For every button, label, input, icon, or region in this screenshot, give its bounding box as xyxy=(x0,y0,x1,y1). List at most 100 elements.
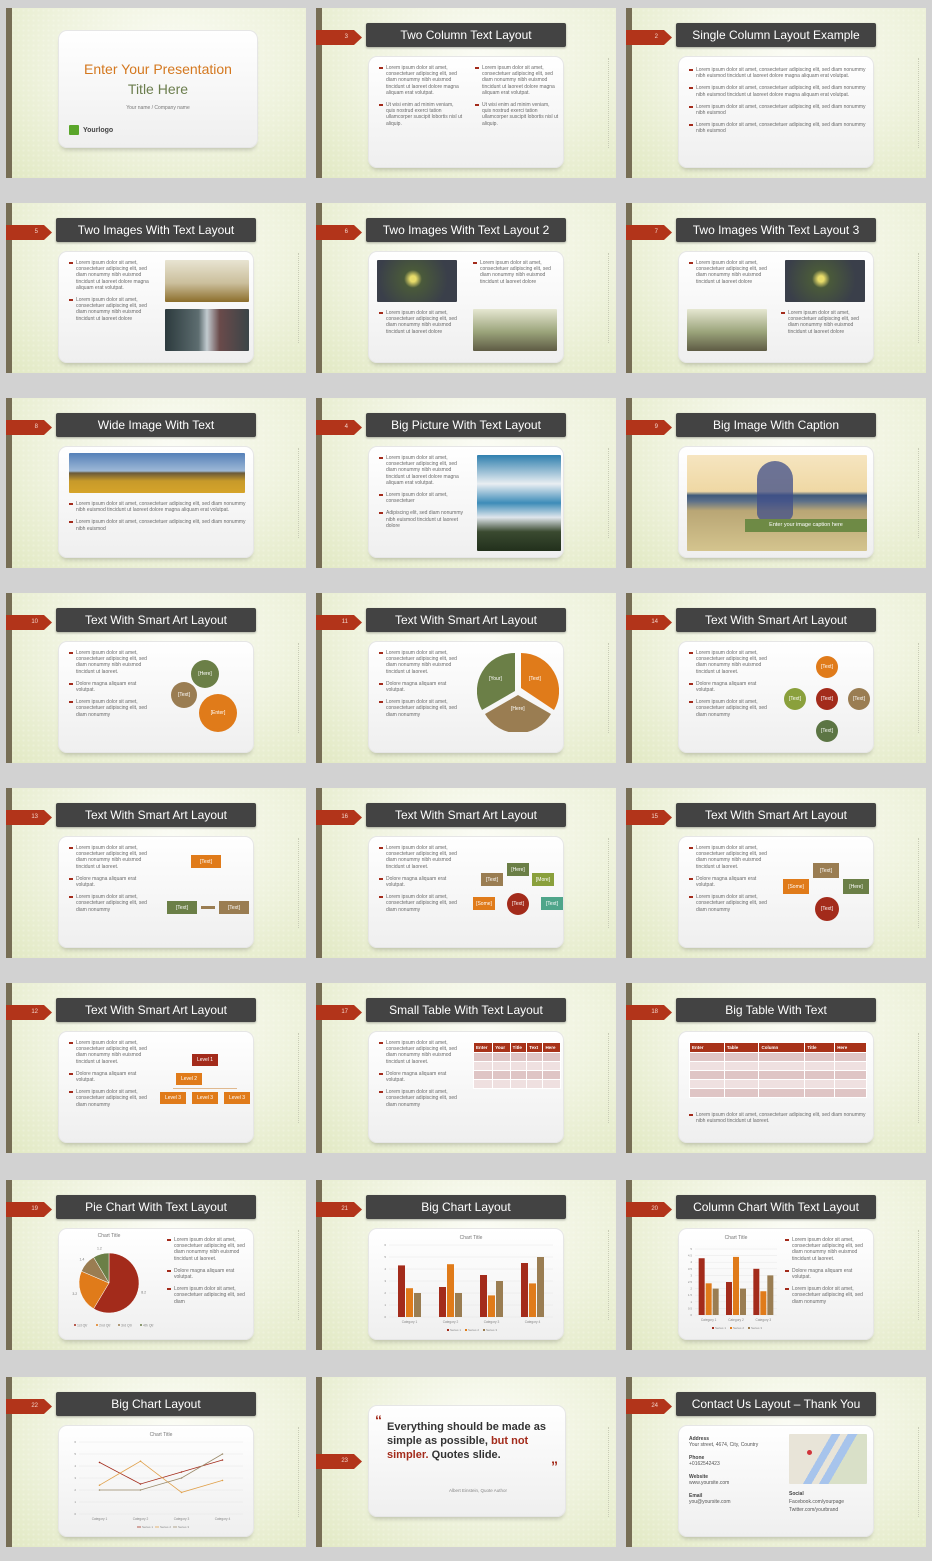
bar xyxy=(496,1281,503,1317)
bar xyxy=(521,1263,528,1317)
y-tick-label: 2.5 xyxy=(688,1280,693,1284)
slide-8-wide-image[interactable]: 8 Wide Image With Text Lorem ipsum dolor… xyxy=(6,398,306,568)
slide-6-two-images-2[interactable]: 6 Two Images With Text Layout 2 Lorem ip… xyxy=(316,203,616,373)
bar xyxy=(705,1283,712,1315)
slide-14-radial[interactable]: 14 Text With Smart Art Layout Lorem ipsu… xyxy=(626,593,926,763)
slide-20-column-chart[interactable]: 20 Column Chart With Text Layout Chart T… xyxy=(626,1180,926,1350)
y-tick-label: 2 xyxy=(74,1488,76,1492)
bullet: Lorem ipsum dolor sit amet, consectetuer… xyxy=(783,1237,871,1262)
slide-2-single-column[interactable]: 2 Single Column Layout Example Lorem ips… xyxy=(626,8,926,178)
bullet-list: Lorem ipsum dolor sit amet, consectetuer… xyxy=(67,1040,155,1114)
copyright-strip xyxy=(918,1230,922,1320)
table-header: Enter xyxy=(689,1042,725,1053)
slide-number: 12 xyxy=(6,1005,52,1020)
copyright-strip xyxy=(918,643,922,733)
box-label: [More] xyxy=(535,877,551,883)
chart-title: Chart Title xyxy=(97,1233,121,1239)
email-link[interactable]: you@yoursite.com xyxy=(689,1499,758,1505)
side-bar xyxy=(6,8,12,178)
box-label: [Text] xyxy=(200,859,212,865)
slide-24-contact[interactable]: 24 Contact Us Layout – Thank You Address… xyxy=(626,1377,926,1547)
box-text-right: [Text] xyxy=(541,897,563,910)
slide-19-pie-chart[interactable]: 19 Pie Chart With Text Layout Chart Titl… xyxy=(6,1180,306,1350)
x-tick-label: Category 1 xyxy=(402,1320,418,1324)
website-link[interactable]: www.yoursite.com xyxy=(689,1480,758,1486)
slide-4-big-picture[interactable]: 4 Big Picture With Text Layout Lorem ips… xyxy=(316,398,616,568)
data-point xyxy=(139,1483,142,1485)
facebook-link[interactable]: Facebook.com/yourpage xyxy=(789,1498,844,1506)
y-tick-label: 5 xyxy=(690,1247,692,1251)
slide-9-big-image-caption[interactable]: 9 Big Image With Caption Enter your imag… xyxy=(626,398,926,568)
slide-title: Wide Image With Text xyxy=(56,413,256,437)
bullet-list-right: Lorem ipsum dolor sit amet, consectetuer… xyxy=(473,65,559,133)
content-card: Address Your street, 4674, City, Country… xyxy=(678,1425,874,1537)
slide-23-quote[interactable]: 23 “ Everything should be made as simple… xyxy=(316,1377,616,1547)
bar xyxy=(712,1288,719,1315)
y-tick-label: 4 xyxy=(690,1260,692,1264)
social-details: Social Facebook.com/yourpage Twitter.com… xyxy=(789,1490,844,1514)
bar xyxy=(406,1288,413,1317)
slide-number: 15 xyxy=(626,810,672,825)
x-tick-label: Category 2 xyxy=(443,1320,459,1324)
cycle-label: [Text] xyxy=(529,676,541,682)
content-card: Lorem ipsum dolor sit amet, consectetuer… xyxy=(368,1031,564,1143)
copyright-strip xyxy=(918,1427,922,1517)
bullet-list: Lorem ipsum dolor sit amet, consectetuer… xyxy=(687,650,775,724)
slide-title: Small Table With Text Layout xyxy=(366,998,566,1022)
copyright-strip xyxy=(298,448,302,538)
bullet-list: Lorem ipsum dolor sit amet, consectetuer… xyxy=(67,260,159,328)
bullet: Dolore magna aliquam erat volutpat. xyxy=(687,681,775,693)
y-tick-label: 2 xyxy=(690,1287,692,1291)
slide-11-cycle[interactable]: 11 Text With Smart Art Layout Lorem ipsu… xyxy=(316,593,616,763)
bullet: Lorem ipsum dolor sit amet, consectetuer… xyxy=(67,845,155,870)
slide-7-two-images-3[interactable]: 7 Two Images With Text Layout 3 Lorem ip… xyxy=(626,203,926,373)
copyright-strip xyxy=(608,1427,612,1517)
map-image[interactable] xyxy=(789,1434,867,1484)
table-row xyxy=(689,1079,867,1089)
triangle-box-left: [Text] xyxy=(167,901,197,914)
slide-title: Big Table With Text xyxy=(676,998,876,1022)
slide-10-gears[interactable]: 10 Text With Smart Art Layout Lorem ipsu… xyxy=(6,593,306,763)
slide-17-small-table[interactable]: 17 Small Table With Text Layout Lorem ip… xyxy=(316,983,616,1153)
slide-title: Single Column Layout Example xyxy=(676,23,876,47)
twitter-link[interactable]: Twitter.com/yourbrand xyxy=(789,1506,844,1514)
content-card: Chart Title 0 1 2 3 4 5 6 Category 1 Category 2 Ca… xyxy=(58,1425,254,1537)
copyright-strip xyxy=(608,1230,612,1320)
woman-field-photo xyxy=(687,455,867,551)
slide-22-line-chart[interactable]: 22 Big Chart Layout Chart Title 0 1 2 3 4 5 6 Ca… xyxy=(6,1377,306,1547)
legend-label: Series 3 xyxy=(751,1326,762,1330)
bullet: Lorem ipsum dolor sit amet, consectetuer… xyxy=(377,65,463,96)
slide-thumbnail-grid: Enter Your Presentation Title Here Your … xyxy=(0,0,932,1561)
bar xyxy=(767,1275,774,1315)
node-label: [Text] xyxy=(853,696,865,702)
x-tick-label: Category 1 xyxy=(92,1517,108,1521)
slide-1-title[interactable]: Enter Your Presentation Title Here Your … xyxy=(6,8,306,178)
bullet: Lorem ipsum dolor sit amet, consectetuer… xyxy=(377,1089,465,1108)
bullet: Lorem ipsum dolor sit amet, consectetuer… xyxy=(67,1089,155,1108)
slide-15-converge-3[interactable]: 15 Text With Smart Art Layout Lorem ipsu… xyxy=(626,788,926,958)
title-line-1: Enter Your Presentation xyxy=(84,61,232,77)
level-label: Level 1 xyxy=(196,1057,214,1063)
pie-data-label: 1.4 xyxy=(79,1257,84,1261)
slide-12-hierarchy[interactable]: 12 Text With Smart Art Layout Lorem ipsu… xyxy=(6,983,306,1153)
big-table: Enter Table Column Title Here xyxy=(689,1042,867,1098)
slide-3-two-column[interactable]: 3 Two Column Text Layout Lorem ipsum dol… xyxy=(316,8,616,178)
bullet-list-top: Lorem ipsum dolor sit amet, consectetuer… xyxy=(471,260,559,291)
legend-marker xyxy=(712,1327,714,1329)
bullet: Dolore magna aliquam erat volutpat. xyxy=(377,681,465,693)
copyright-strip xyxy=(918,253,922,343)
data-point xyxy=(221,1479,224,1482)
slide-18-big-table[interactable]: 18 Big Table With Text Enter Table Column T… xyxy=(626,983,926,1153)
node-label: [Text] xyxy=(821,664,833,670)
slide-16-converge[interactable]: 16 Text With Smart Art Layout Lorem ipsu… xyxy=(316,788,616,958)
slide-21-big-bar-chart[interactable]: 21 Big Chart Layout Chart Title 0 1 2 3 4 5 6 Ca… xyxy=(316,1180,616,1350)
slide-number: 17 xyxy=(316,1005,362,1020)
y-tick-label: 5 xyxy=(384,1255,386,1259)
bullet-list: Lorem ipsum dolor sit amet, consectetuer… xyxy=(67,650,155,724)
bullet: Dolore magna aliquam erat volutpat. xyxy=(165,1268,251,1280)
bullet: Dolore magna aliquam erat volutpat. xyxy=(687,876,775,888)
slide-5-two-images[interactable]: 5 Two Images With Text Layout Lorem ipsu… xyxy=(6,203,306,373)
legend-label: Series 2 xyxy=(733,1326,744,1330)
box-some: [Some] xyxy=(473,897,495,910)
slide-13-triangle[interactable]: 13 Text With Smart Art Layout Lorem ipsu… xyxy=(6,788,306,958)
